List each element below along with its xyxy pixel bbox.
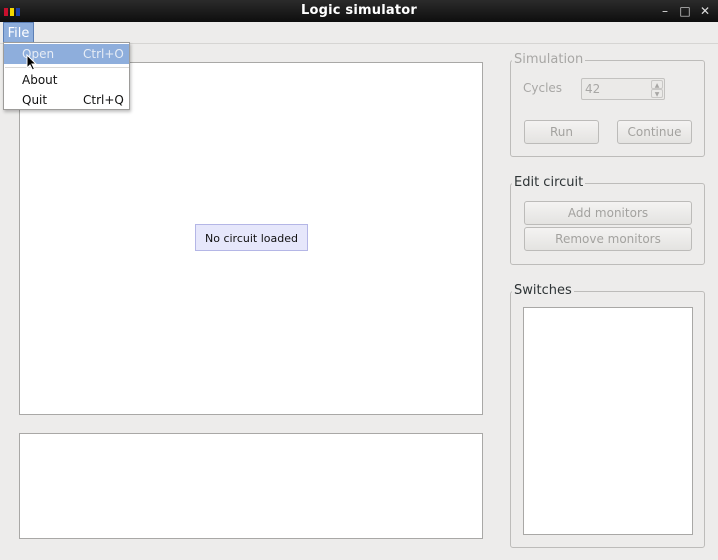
title-bar: Logic simulator – □ ✕ xyxy=(0,0,718,22)
menu-file[interactable]: File xyxy=(3,22,34,43)
switches-list[interactable] xyxy=(523,307,693,535)
run-button[interactable]: Run xyxy=(524,120,599,144)
close-icon[interactable]: ✕ xyxy=(697,3,713,19)
continue-button[interactable]: Continue xyxy=(617,120,692,144)
mouse-cursor-icon xyxy=(26,54,38,71)
add-monitors-button[interactable]: Add monitors xyxy=(524,201,692,225)
menu-item-open[interactable]: Open Ctrl+O xyxy=(4,44,129,64)
menu-separator xyxy=(5,67,129,68)
minimize-icon[interactable]: – xyxy=(657,3,673,19)
file-menu: Open Ctrl+O About Quit Ctrl+Q xyxy=(3,42,130,110)
cycles-label: Cycles xyxy=(523,81,563,95)
menu-item-about-label: About xyxy=(22,73,58,87)
spin-up-icon[interactable]: ▲ xyxy=(651,80,663,89)
menu-item-quit-shortcut: Ctrl+Q xyxy=(83,93,124,107)
output-panel[interactable] xyxy=(19,433,483,539)
edit-circuit-group-title: Edit circuit xyxy=(512,175,586,190)
menu-item-quit-label: Quit xyxy=(22,93,48,107)
switches-group-title: Switches xyxy=(512,283,574,298)
menu-item-about[interactable]: About xyxy=(4,70,129,90)
remove-monitors-button[interactable]: Remove monitors xyxy=(524,227,692,251)
simulation-group-title: Simulation xyxy=(512,52,586,67)
menu-item-open-shortcut: Ctrl+O xyxy=(83,47,124,61)
maximize-icon[interactable]: □ xyxy=(677,3,693,19)
spin-down-icon[interactable]: ▼ xyxy=(651,89,663,98)
menu-item-quit[interactable]: Quit Ctrl+Q xyxy=(4,90,129,110)
cycles-spinner[interactable]: 42 ▲ ▼ xyxy=(581,78,665,100)
menu-bar: File xyxy=(0,22,718,44)
status-label: No circuit loaded xyxy=(195,224,308,251)
cycles-input[interactable]: 42 xyxy=(585,79,645,99)
window-title: Logic simulator xyxy=(301,3,417,18)
